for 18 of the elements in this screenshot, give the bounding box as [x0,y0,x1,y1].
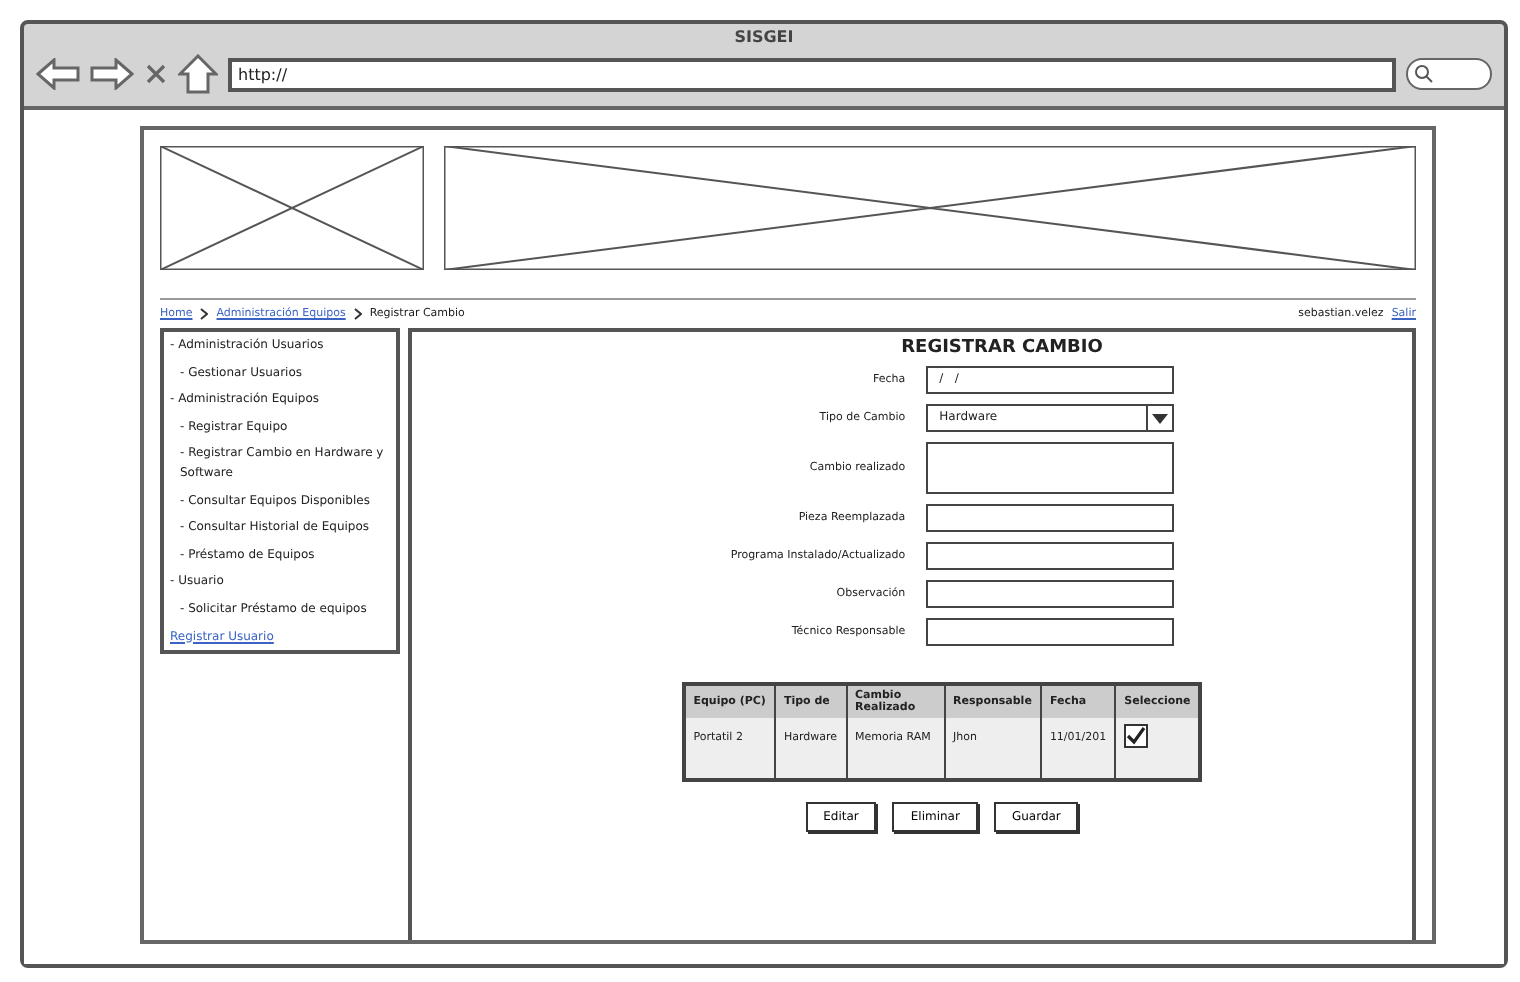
form-title: REGISTRAR CAMBIO [901,338,1103,358]
chevron-icon [353,308,362,320]
close-icon[interactable] [144,62,168,86]
input-field[interactable] [925,580,1174,608]
input-field[interactable] [925,542,1174,570]
search-icon [1414,64,1434,84]
chevron-icon [200,308,209,320]
dropdown-arrow-icon [1145,406,1172,430]
back-icon[interactable] [36,58,80,90]
search-field[interactable] [1406,58,1492,90]
input-field[interactable] [925,504,1174,532]
window-title: SISGEI [732,28,796,46]
text-area[interactable] [925,442,1174,494]
address-field[interactable]: http:// [228,57,1396,91]
checkbox[interactable] [1124,724,1149,748]
home-icon[interactable] [178,54,218,94]
input-field[interactable] [925,618,1174,646]
forward-icon[interactable] [90,58,134,90]
